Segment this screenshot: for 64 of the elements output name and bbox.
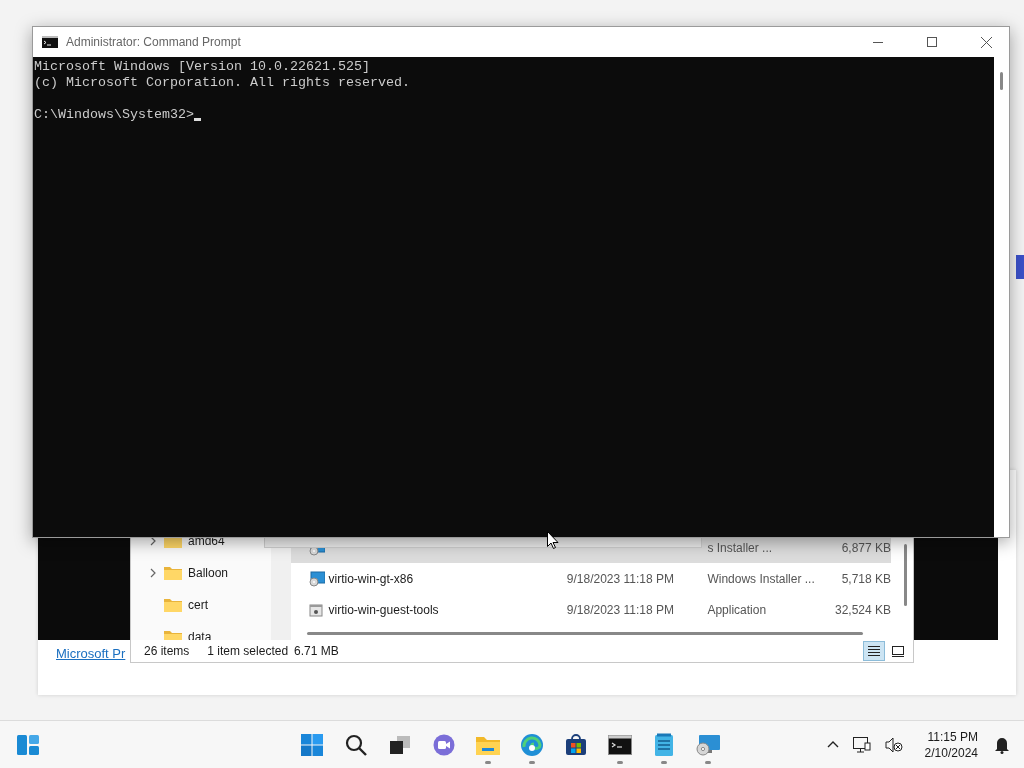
folder-icon [164, 630, 182, 640]
chevron-up-icon [826, 741, 839, 748]
file-row[interactable]: virtio-win-guest-tools 9/18/2023 11:18 PM Application 32,524 KB [291, 594, 891, 625]
file-size: 5,718 KB [841, 571, 891, 586]
console-line: Microsoft Windows [Version 10.0.22621.525] [34, 59, 370, 75]
console-area[interactable]: Microsoft Windows [Version 10.0.22621.525] (c) Microsoft Corporation. All rights reserved. C:\Windows\System32> [33, 57, 994, 537]
link[interactable]: Microsoft Pr [56, 646, 126, 661]
network-button[interactable] [850, 734, 873, 755]
window-edge [1016, 255, 1024, 279]
running-indicator [529, 760, 535, 764]
selection-status: 1 item selected [207, 644, 289, 658]
file-type: s Installer ... [707, 540, 773, 555]
folder-label[interactable]: cert [188, 598, 208, 612]
notepad-icon [654, 732, 674, 757]
browser-swirl-icon [520, 732, 544, 757]
folder-icon [164, 598, 182, 612]
file-name: virtio-win-guest-tools [328, 602, 439, 617]
scrollbar[interactable] [994, 57, 1009, 537]
network-monitor-icon [852, 736, 871, 753]
horizontal-scrollbar[interactable] [307, 632, 863, 635]
monitor-with-disc-icon [695, 733, 721, 756]
overlapping-squares-icon [389, 734, 411, 755]
vertical-scrollbar[interactable] [904, 544, 907, 606]
clock-date: 2/10/2024 [924, 744, 978, 761]
console-line: (c) Microsoft Corporation. All rights reserved. [34, 75, 410, 91]
console-window-icon [608, 734, 632, 755]
application-icon [309, 602, 323, 617]
video-chat-icon [432, 733, 456, 756]
running-indicator [485, 760, 491, 764]
running-indicator [661, 760, 667, 764]
item-count: 26 items [144, 644, 190, 658]
clock-time: 11:15 PM [927, 728, 978, 745]
close-icon [980, 36, 992, 48]
selection-size: 6.71 MB [294, 644, 339, 658]
console-app-icon [42, 36, 58, 48]
scrollbar-thumb[interactable] [1000, 72, 1003, 90]
list-lines-icon [868, 646, 880, 656]
view-button[interactable] [863, 641, 885, 661]
file-row[interactable]: virtio-win-gt-x86 9/18/2023 11:18 PM Windows Installer ... 5,718 KB [291, 563, 891, 594]
text-cursor [193, 118, 201, 121]
clock[interactable]: 11:15 PM 2/10/2024 [914, 728, 982, 761]
running-indicator [617, 760, 623, 764]
installer-icon [309, 570, 325, 587]
windows-logo-icon [301, 733, 323, 756]
bell-icon [994, 735, 1010, 754]
speaker-muted-icon [884, 736, 903, 753]
minimize-icon [873, 41, 883, 43]
file-type: Windows Installer ... [707, 571, 815, 586]
square-icon [892, 645, 904, 657]
file-size: 6,877 KB [841, 540, 891, 555]
shopping-bag-icon [565, 733, 587, 756]
running-indicator [705, 760, 711, 764]
folder-label[interactable]: Balloon [188, 566, 229, 580]
command-prompt: C:\Windows\System32> [34, 107, 194, 123]
file-name: virtio-win-gt-x86 [328, 571, 414, 586]
file-type: Application [707, 602, 767, 617]
search-icon [345, 733, 367, 756]
file-size: 32,524 KB [834, 602, 891, 617]
window-title: Administrator: Command Prompt [66, 35, 242, 49]
folder-icon [164, 566, 182, 580]
maximize-icon [927, 37, 937, 47]
widgets-icon [16, 733, 40, 756]
date-modified: 9/18/2023 11:18 PM [566, 571, 674, 586]
date-modified: 9/18/2023 11:18 PM [566, 602, 674, 617]
